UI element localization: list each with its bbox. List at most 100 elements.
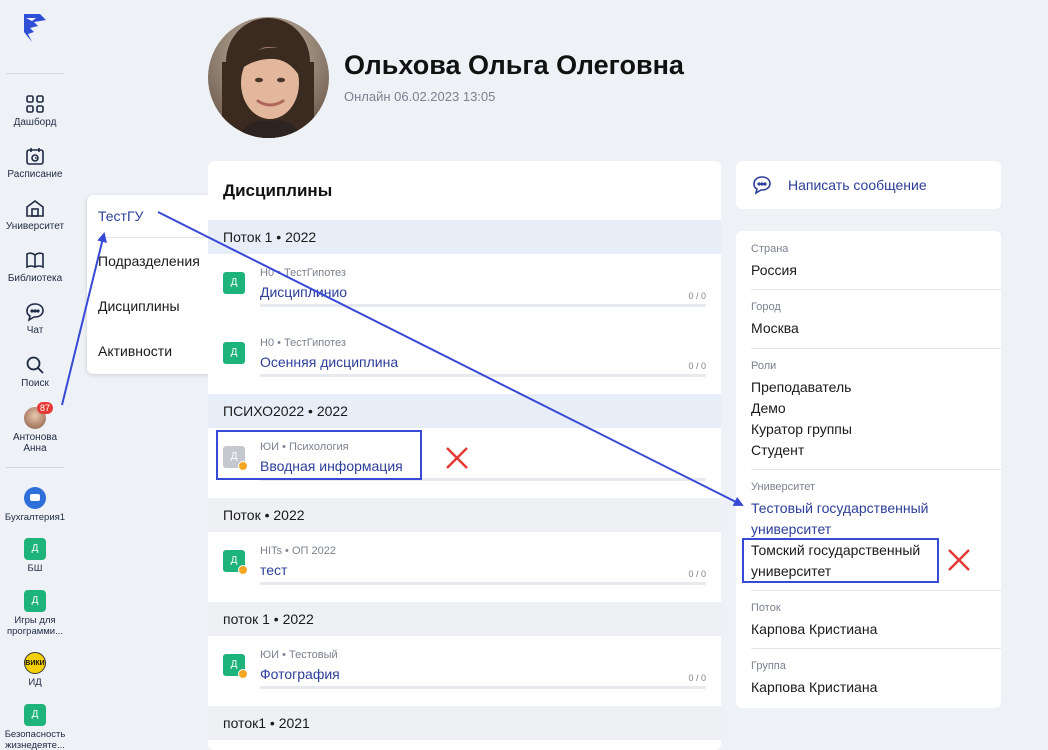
field-label: Страна [751, 243, 789, 255]
sidebar-item-label: Чат [26, 325, 44, 336]
divider [751, 590, 1001, 591]
progress-bar [260, 582, 706, 585]
discipline-meta: ЮИ • Тестовый [260, 649, 338, 661]
app-item-id[interactable]: ВИКИ ИД [0, 652, 70, 688]
discipline-item[interactable]: Д HITs • ОП 2022 тест 0 / 0 [208, 532, 721, 602]
app-item-accounting[interactable]: Бухгалтерия1 [0, 487, 70, 523]
field-value: Карпова Кристиана [751, 679, 878, 695]
sidebar-divider [6, 467, 64, 468]
discipline-name[interactable]: тест [260, 562, 287, 578]
sidebar-item-library[interactable]: Библиотека [0, 250, 70, 284]
cross-mark-icon [446, 447, 468, 469]
group-header: поток 1 • 2022 [208, 602, 721, 636]
discipline-name[interactable]: Осенняя дисциплина [260, 354, 398, 370]
discipline-tile: Д [223, 342, 245, 364]
app-label: БШ [27, 563, 43, 574]
user-name-line1: Антонова [12, 432, 58, 443]
sidebar-item-chat[interactable]: Чат [0, 302, 70, 336]
discipline-score: 0 / 0 [688, 569, 706, 579]
university-popup-menu: ТестГУ Подразделения Дисциплины Активнос… [87, 195, 214, 374]
role-value: Куратор группы [751, 421, 852, 437]
divider [751, 469, 1001, 470]
app-label: ИД [28, 677, 42, 688]
field-label: Роли [751, 360, 777, 372]
notification-badge: 87 [37, 402, 54, 414]
app-tile: Д [24, 704, 46, 726]
progress-bar [260, 374, 706, 377]
app-label-line2: жизнедеяте... [5, 740, 65, 750]
discipline-tile: Д [223, 550, 248, 575]
field-label: Поток [751, 602, 781, 614]
sidebar: Дашборд Расписание Университет Библиотек… [0, 0, 70, 750]
menu-item-disciplines[interactable]: Дисциплины [98, 298, 180, 314]
sidebar-item-label: Расписание [7, 169, 63, 180]
profile-name: Ольхова Ольга Олеговна [344, 50, 684, 80]
sidebar-item-dashboard[interactable]: Дашборд [0, 94, 70, 128]
write-message-label: Написать сообщение [788, 177, 927, 193]
field-label: Город [751, 301, 781, 313]
sidebar-item-label: Университет [5, 221, 65, 232]
university-link[interactable]: Тестовый государственный университет [751, 498, 1001, 540]
progress-bar [260, 686, 706, 689]
progress-bar [260, 304, 706, 307]
menu-item-activities[interactable]: Активности [98, 343, 172, 359]
app-tile: Д [24, 590, 46, 612]
menu-item-departments[interactable]: Подразделения [98, 253, 200, 269]
app-label-line1: Игры для [14, 615, 56, 626]
app-item-safety[interactable]: Д Безопасность жизнедеяте... [0, 704, 70, 750]
sidebar-item-profile[interactable]: 87 Антонова Анна [0, 402, 70, 454]
discipline-meta: HITs • ОП 2022 [260, 545, 336, 557]
menu-divider [98, 237, 214, 238]
discipline-item[interactable]: Д Н0 • ТестГипотез Дисциплинио 0 / 0 [208, 254, 721, 324]
app-label-line1: Безопасность [4, 729, 66, 740]
country-field: Страна Россия [751, 243, 1001, 281]
field-label: Группа [751, 660, 786, 672]
sidebar-item-schedule[interactable]: Расписание [0, 146, 70, 180]
roles-field: Роли Преподаватель Демо Куратор группы С… [751, 360, 1001, 461]
group-header: Поток • 2022 [208, 498, 721, 532]
annotation-box [742, 538, 939, 583]
discipline-item[interactable]: Д Н0 • ТестГипотез Осенняя дисциплина 0 … [208, 324, 721, 394]
write-message-button[interactable]: Написать сообщение [736, 161, 1001, 209]
logo-icon[interactable] [20, 12, 50, 46]
sidebar-item-university[interactable]: Университет [0, 198, 70, 232]
university-icon [26, 200, 44, 217]
role-value: Демо [751, 400, 786, 416]
profile-info-panel: Страна Россия Город Москва Роли Преподав… [736, 231, 1001, 708]
menu-item-testgu[interactable]: ТестГУ [98, 208, 143, 224]
cross-mark-icon [948, 549, 970, 571]
role-value: Преподаватель [751, 379, 852, 395]
role-value: Студент [751, 442, 805, 458]
app-item-games[interactable]: Д Игры для программи... [0, 590, 70, 637]
discipline-name[interactable]: Дисциплинио [260, 284, 347, 300]
group-header: поток1 • 2021 [208, 706, 721, 740]
chat-icon [753, 176, 771, 195]
discipline-name[interactable]: Фотография [260, 666, 340, 682]
discipline-score: 0 / 0 [688, 291, 706, 301]
book-icon [26, 252, 44, 269]
divider [751, 348, 1001, 349]
discipline-item[interactable]: Д ЮИ • Тестовый Фотография 0 / 0 [208, 636, 721, 706]
field-label: Университет [751, 481, 816, 493]
app-label: Бухгалтерия1 [4, 512, 66, 523]
dashboard-icon [26, 95, 44, 113]
chat-bubble-icon [24, 487, 46, 509]
app-item-bsh[interactable]: Д БШ [0, 538, 70, 574]
sidebar-item-label: Библиотека [7, 273, 63, 284]
profile-photo [208, 17, 329, 138]
divider [751, 289, 1001, 290]
app-tile: ВИКИ [24, 652, 46, 674]
field-value: Россия [751, 262, 797, 278]
discipline-tile: Д [223, 272, 245, 294]
sidebar-item-label: Дашборд [13, 117, 57, 128]
avatar: 87 [24, 402, 54, 429]
city-field: Город Москва [751, 301, 1001, 339]
status-dot-icon [238, 669, 248, 679]
group-header: Поток 1 • 2022 [208, 220, 721, 254]
app-label-line2: программи... [6, 626, 64, 637]
sidebar-divider [6, 73, 64, 74]
sidebar-item-search[interactable]: Поиск [0, 355, 70, 389]
group-header: ПСИХО2022 • 2022 [208, 394, 721, 428]
calendar-icon [26, 148, 44, 165]
divider [751, 648, 1001, 649]
